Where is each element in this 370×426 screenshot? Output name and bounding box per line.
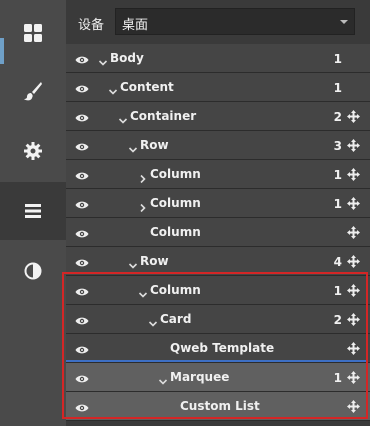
eye-icon[interactable] <box>75 50 89 69</box>
tree-row-label: Qweb Template <box>170 341 275 355</box>
chevron-down-icon[interactable] <box>148 314 158 327</box>
chevron-down-icon[interactable] <box>128 256 138 269</box>
child-count: 1 <box>333 81 342 95</box>
eye-icon[interactable] <box>75 340 89 359</box>
child-count: 1 <box>333 197 342 211</box>
tree-row-label: Marquee <box>170 370 230 384</box>
eye-icon[interactable] <box>75 282 89 301</box>
move-handle-icon[interactable] <box>347 369 360 388</box>
sidebar-item-contrast[interactable] <box>0 242 66 300</box>
tree-row[interactable]: Content 1 <box>66 73 370 102</box>
layer-tree: Body 1 Content 1 Container 2 Row 3 Column 1 Column… <box>66 44 370 421</box>
child-count: 3 <box>333 139 342 153</box>
chevron-down-icon <box>340 20 348 24</box>
child-count: 1 <box>333 168 342 182</box>
eye-icon[interactable] <box>75 195 89 214</box>
move-handle-icon[interactable] <box>347 311 360 330</box>
eye-icon[interactable] <box>75 224 89 243</box>
eye-icon[interactable] <box>75 108 89 127</box>
sidebar <box>0 0 66 426</box>
tree-row[interactable]: Column 1 <box>66 189 370 218</box>
tree-row-label: Column <box>150 196 201 210</box>
chevron-down-icon[interactable] <box>118 111 128 124</box>
tree-row[interactable]: Column 1 <box>66 160 370 189</box>
device-select-value: 桌面 <box>122 18 149 33</box>
child-count: 4 <box>333 255 342 269</box>
move-handle-icon[interactable] <box>347 282 360 301</box>
child-count: 1 <box>333 371 342 385</box>
sidebar-item-theme[interactable] <box>0 62 66 120</box>
eye-icon[interactable] <box>75 398 89 417</box>
eye-icon[interactable] <box>75 311 89 330</box>
tree-row[interactable]: Card 2 <box>66 305 370 334</box>
device-label: 设备 <box>78 18 105 33</box>
eye-icon[interactable] <box>75 166 89 185</box>
tree-row-label: Column <box>150 283 201 297</box>
tree-row-label: Card <box>160 312 192 326</box>
tree-row[interactable]: Qweb Template <box>66 334 370 363</box>
tree-row[interactable]: Column 1 <box>66 276 370 305</box>
device-select[interactable]: 桌面 <box>115 8 355 35</box>
tree-row-label: Body <box>110 51 144 65</box>
move-handle-icon[interactable] <box>347 195 360 214</box>
tree-row[interactable]: Container 2 <box>66 102 370 131</box>
tree-row-label: Column <box>150 225 201 239</box>
tree-row[interactable]: Column <box>66 218 370 247</box>
tree-row-label: Container <box>130 109 197 123</box>
tree-row[interactable]: Row 3 <box>66 131 370 160</box>
child-count: 1 <box>333 284 342 298</box>
move-handle-icon[interactable] <box>347 166 360 185</box>
child-count: 2 <box>333 313 342 327</box>
tree-row-label: Custom List <box>180 399 260 413</box>
list-icon <box>25 204 41 218</box>
move-handle-icon[interactable] <box>347 108 360 127</box>
chevron-down-icon[interactable] <box>108 82 118 95</box>
child-count: 2 <box>333 110 342 124</box>
sidebar-item-layers[interactable] <box>0 182 66 240</box>
tree-row[interactable]: Row 4 <box>66 247 370 276</box>
layers-panel: 设备 桌面 Body 1 Content 1 Container 2 Row 3 Column 1… <box>66 0 370 426</box>
move-handle-icon[interactable] <box>347 253 360 272</box>
move-handle-icon[interactable] <box>347 137 360 156</box>
chevron-down-icon[interactable] <box>98 53 108 66</box>
sidebar-item-blocks[interactable] <box>0 4 66 62</box>
contrast-icon <box>24 262 42 280</box>
move-handle-icon[interactable] <box>347 340 360 359</box>
chevron-right-icon[interactable] <box>138 198 148 213</box>
tree-row-label: Content <box>120 80 174 94</box>
tree-row-label: Row <box>140 138 169 152</box>
chevron-down-icon[interactable] <box>158 372 168 385</box>
brush-icon <box>23 81 43 101</box>
tree-row-label: Column <box>150 167 201 181</box>
move-handle-icon[interactable] <box>347 398 360 417</box>
chevron-down-icon[interactable] <box>128 140 138 153</box>
eye-icon[interactable] <box>75 369 89 388</box>
drop-indicator <box>66 360 366 362</box>
tree-row-label: Row <box>140 254 169 268</box>
sidebar-item-options[interactable] <box>0 122 66 180</box>
tree-row[interactable]: Marquee 1 <box>66 363 370 392</box>
device-bar: 设备 桌面 <box>66 0 370 44</box>
move-handle-icon[interactable] <box>347 224 360 243</box>
chevron-right-icon[interactable] <box>138 169 148 184</box>
tree-row[interactable]: Body 1 <box>66 44 370 73</box>
eye-icon[interactable] <box>75 137 89 156</box>
gear-icon <box>24 142 42 160</box>
blocks-icon <box>24 24 42 42</box>
eye-icon[interactable] <box>75 79 89 98</box>
child-count: 1 <box>333 52 342 66</box>
eye-icon[interactable] <box>75 253 89 272</box>
tree-row[interactable]: Custom List <box>66 392 370 421</box>
chevron-down-icon[interactable] <box>138 285 148 298</box>
